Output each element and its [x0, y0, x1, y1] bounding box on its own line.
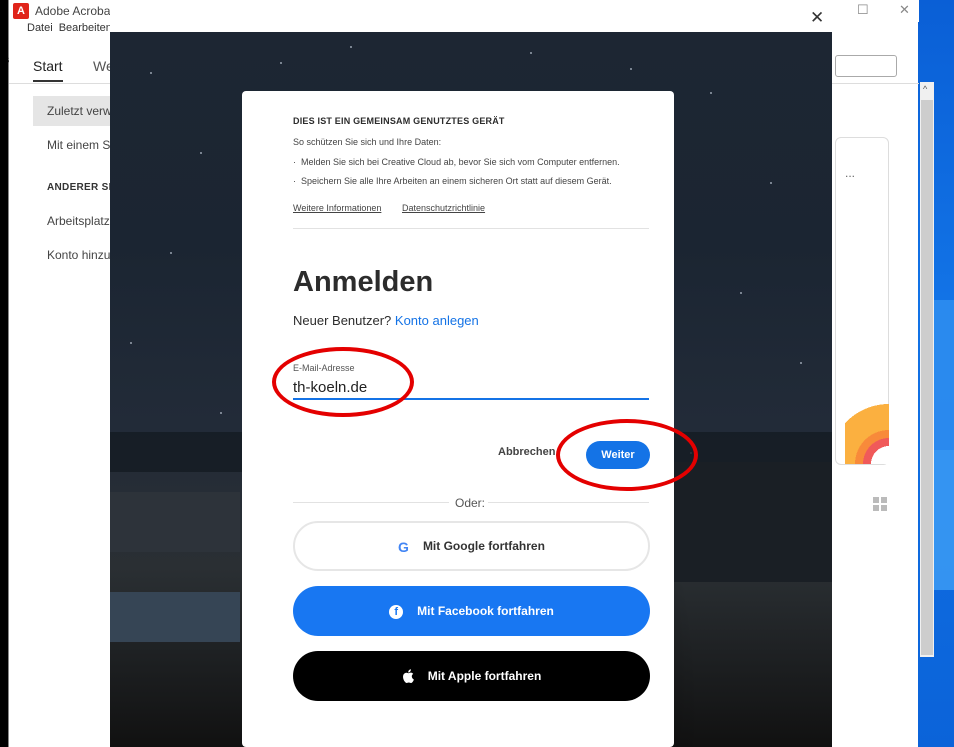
star — [220, 412, 222, 414]
search-input[interactable] — [835, 55, 897, 77]
maximize-icon[interactable]: ☐ — [857, 2, 869, 18]
menu-bar: Datei Bearbeiten — [9, 22, 116, 42]
more-info-link[interactable]: Weitere Informationen — [293, 203, 381, 213]
star — [350, 46, 352, 48]
or-text: Oder: — [455, 496, 486, 510]
sidebar-heading-other: ANDERER SP — [47, 182, 116, 193]
building-shape — [110, 492, 240, 552]
star — [150, 72, 152, 74]
page-title: Anmelden — [293, 266, 434, 298]
star — [770, 182, 772, 184]
annotation-circle-continue — [556, 419, 698, 491]
star — [800, 362, 802, 364]
acrobat-title: Adobe Acroba — [35, 4, 111, 18]
star — [630, 68, 632, 70]
shared-device-heading: DIES IST EIN GEMEINSAM GENUTZTES GERÄT — [293, 116, 505, 126]
more-options-icon[interactable]: ... — [845, 166, 855, 180]
grid-view-icon[interactable] — [873, 497, 887, 511]
star — [530, 52, 532, 54]
close-icon[interactable]: ✕ — [810, 8, 824, 28]
apple-icon — [402, 652, 414, 702]
annotation-circle-email — [272, 347, 414, 417]
facebook-signin-button[interactable]: f Mit Facebook fortfahren — [293, 586, 650, 636]
sidebar-item-add-account[interactable]: Konto hinzu — [47, 248, 110, 262]
cancel-button[interactable]: Abbrechen — [498, 446, 555, 458]
apple-signin-button[interactable]: Mit Apple fortfahren — [293, 651, 650, 701]
divider — [293, 502, 449, 503]
divider — [293, 228, 649, 229]
new-user-label: Neuer Benutzer? — [293, 313, 392, 328]
bullet-item: · Melden Sie sich bei Creative Cloud ab,… — [293, 157, 620, 167]
building-shape — [110, 592, 240, 642]
privacy-link[interactable]: Datenschutzrichtlinie — [402, 203, 485, 213]
tab-start[interactable]: Start — [33, 58, 63, 82]
star — [130, 342, 132, 344]
scrollbar-thumb[interactable] — [921, 100, 933, 655]
signin-titlebar: ✕ — [110, 6, 832, 32]
facebook-button-label: Mit Facebook fortfahren — [417, 604, 554, 618]
signin-dialog: DIES IST EIN GEMEINSAM GENUTZTES GERÄT S… — [242, 91, 674, 747]
new-user-text: Neuer Benutzer? Konto anlegen — [293, 313, 479, 328]
divider — [488, 502, 649, 503]
menu-file[interactable]: Datei — [27, 22, 53, 34]
card-thumbnail — [845, 398, 889, 464]
sidebar-item-shared[interactable]: Mit einem S — [47, 138, 110, 152]
star — [740, 292, 742, 294]
google-signin-button[interactable]: G Mit Google fortfahren — [293, 521, 650, 571]
protect-text: So schützen Sie sich und Ihre Daten: — [293, 137, 442, 147]
google-icon: G — [398, 538, 409, 555]
star — [710, 92, 712, 94]
bullet-item: · Speichern Sie alle Ihre Arbeiten an ei… — [293, 176, 612, 186]
sidebar-item-recent[interactable]: Zuletzt verw — [47, 104, 112, 118]
create-account-link[interactable]: Konto anlegen — [395, 313, 479, 328]
screen: A Adobe Acroba ☐ ✕ Datei Bearbeiten s Sta… — [0, 0, 954, 747]
acrobat-logo-icon: A — [13, 3, 29, 19]
sidebar-item-workspace[interactable]: Arbeitsplatz — [47, 214, 110, 228]
tree-silhouette — [670, 462, 832, 582]
google-button-label: Mit Google fortfahren — [422, 539, 545, 553]
star — [280, 62, 282, 64]
close-icon[interactable]: ✕ — [899, 2, 910, 18]
apple-button-label: Mit Apple fortfahren — [427, 669, 542, 683]
star — [170, 252, 172, 254]
facebook-icon: f — [389, 604, 404, 619]
star — [200, 152, 202, 154]
scroll-up-icon[interactable]: ^ — [923, 84, 927, 94]
menu-edit[interactable]: Bearbeiten — [59, 22, 112, 34]
